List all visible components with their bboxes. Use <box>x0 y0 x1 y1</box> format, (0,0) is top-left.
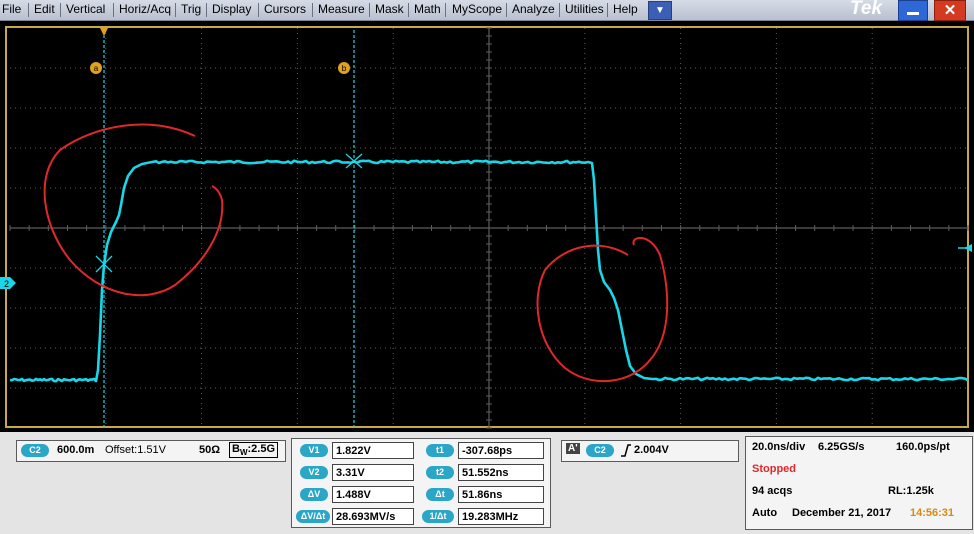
delta-t-value: 51.86ns <box>458 486 544 503</box>
delta-v-badge: ΔV <box>300 488 328 501</box>
v1-badge: V1 <box>300 444 328 457</box>
channel-readout[interactable]: C2 600.0m Offset:1.51V 50Ω BW:2.5G <box>16 440 286 462</box>
trigger-level: 2.004V <box>634 444 669 456</box>
inverse-delta-t-badge: 1/Δt <box>422 510 454 523</box>
bandwidth-value: :2.5G <box>247 443 276 455</box>
bandwidth-subscript: W <box>239 448 248 458</box>
cursor-b-label: b <box>342 64 347 73</box>
trigger-mode: Auto <box>752 507 778 519</box>
dv-dt-badge: ΔV/Δt <box>296 510 330 523</box>
inverse-delta-t-value: 19.283MHz <box>458 508 544 525</box>
acquisition-readout[interactable]: 20.0ns/div 6.25GS/s 160.0ps/pt Stopped 9… <box>745 436 973 530</box>
trigger-mode-badge: A' <box>566 443 580 454</box>
channel-2-marker-label: 2 <box>4 279 9 289</box>
bandwidth-prefix: B <box>232 443 240 455</box>
acquisition-count: 94 acqs <box>752 485 793 497</box>
sample-rate: 6.25GS/s <box>818 441 865 453</box>
delta-t-badge: Δt <box>426 488 454 501</box>
resolution: 160.0ps/pt <box>896 441 950 453</box>
v2-value: 3.31V <box>332 464 414 481</box>
annotation-circle-rising-edge <box>43 123 224 297</box>
trigger-position-icon[interactable] <box>100 28 108 36</box>
v1-value: 1.822V <box>332 442 414 459</box>
cursor-a-label: a <box>94 64 99 73</box>
channel-bandwidth: BW:2.5G <box>229 442 279 459</box>
channel-impedance: 50Ω <box>199 444 221 456</box>
trigger-readout[interactable]: A' C2 2.004V <box>561 440 739 462</box>
channel-scale: 600.0m <box>57 444 95 456</box>
t1-value: -307.68ps <box>458 442 544 459</box>
acquisition-state: Stopped <box>752 463 796 475</box>
dv-dt-value: 28.693MV/s <box>332 508 414 525</box>
timebase: 20.0ns/div <box>752 441 806 453</box>
channel-badge: C2 <box>21 444 49 457</box>
v2-badge: V2 <box>300 466 328 479</box>
t1-badge: t1 <box>426 444 454 457</box>
channel-offset: Offset:1.51V <box>105 444 166 456</box>
annotation-circle-falling-edge <box>536 237 669 383</box>
cursor-readout[interactable]: V1 1.822V V2 3.31V ΔV 1.488V ΔV/Δt 28.69… <box>291 438 551 528</box>
record-length: RL:1.25k <box>888 485 934 497</box>
trigger-source-badge: C2 <box>586 444 614 457</box>
graticule <box>9 27 969 429</box>
date: December 21, 2017 <box>792 507 892 519</box>
t2-badge: t2 <box>426 466 454 479</box>
status-panel: C2 600.0m Offset:1.51V 50Ω BW:2.5G V1 1.… <box>0 432 974 534</box>
t2-value: 51.552ns <box>458 464 544 481</box>
rising-edge-icon <box>621 444 631 457</box>
time: 14:56:31 <box>910 507 955 519</box>
delta-v-value: 1.488V <box>332 486 414 503</box>
